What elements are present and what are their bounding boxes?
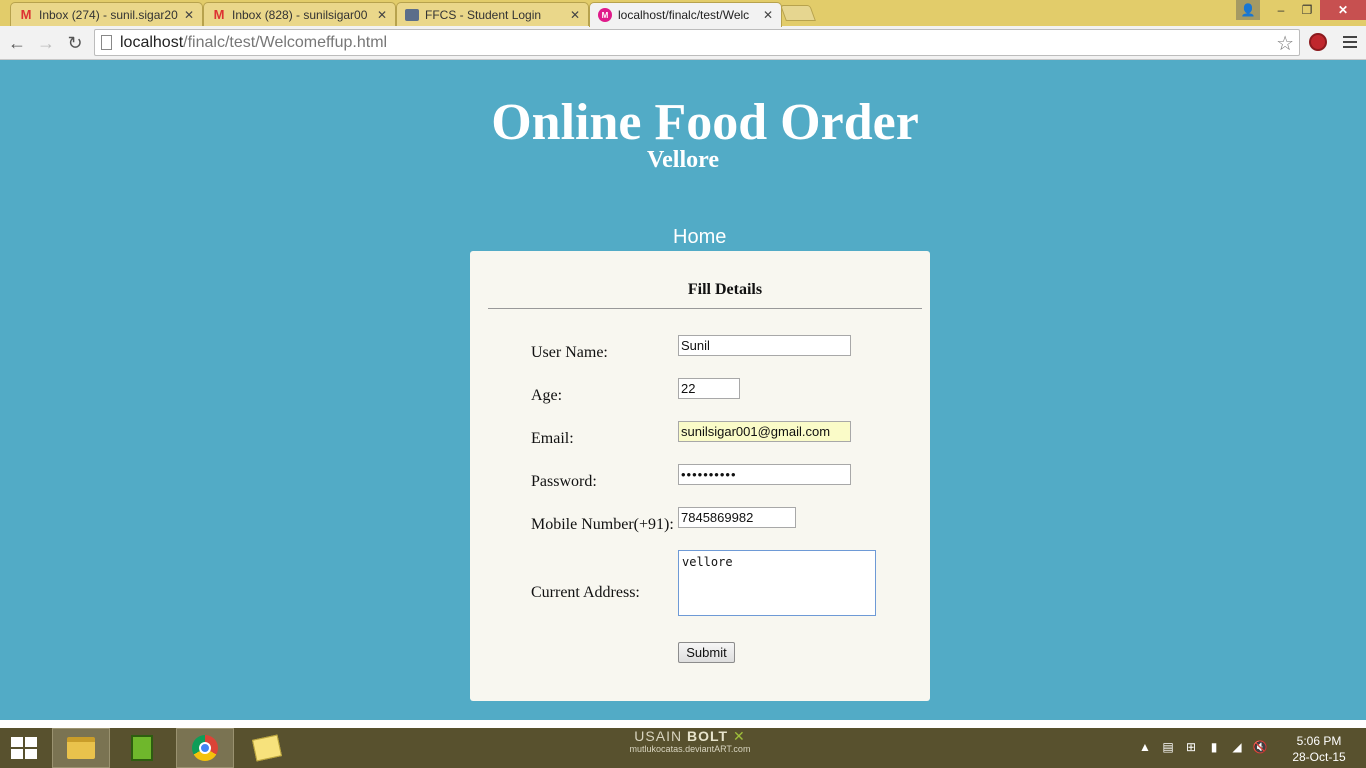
username-input[interactable] — [678, 335, 851, 356]
action-center-icon[interactable]: ⊞ — [1184, 740, 1198, 754]
sticky-notes-icon — [251, 734, 283, 762]
close-icon[interactable]: ✕ — [763, 8, 773, 22]
forward-icon[interactable]: → — [36, 33, 56, 53]
taskbar-border — [0, 720, 1366, 728]
email-label: Email: — [531, 430, 574, 447]
age-label: Age: — [531, 387, 563, 404]
battery-icon[interactable]: ▮ — [1207, 740, 1221, 754]
gmail-icon: M — [20, 7, 32, 22]
page-title: Online Food Order — [491, 94, 919, 151]
adblock-extension-icon[interactable] — [1309, 33, 1327, 51]
system-tray: ▲ ▤ ⊞ ▮ ◢ 🔇 — [1138, 740, 1267, 754]
folder-icon — [67, 737, 95, 759]
system-clock[interactable]: 5:06 PM 28-Oct-15 — [1280, 733, 1358, 765]
file-explorer-taskbar-button[interactable] — [52, 728, 110, 768]
user-icon[interactable]: 👤 — [1236, 0, 1260, 20]
tab-localhost[interactable]: M localhost/finalc/test/Welc ✕ — [589, 2, 782, 27]
url-path: /finalc/test/Welcomeffup.html — [183, 34, 388, 51]
url-text[interactable]: localhost/finalc/test/Welcomeffup.html — [120, 34, 387, 52]
wallpaper-text-bold: BOLT — [686, 728, 729, 744]
close-icon[interactable]: ✕ — [184, 8, 194, 22]
gmail-icon: M — [213, 7, 225, 22]
clock-date: 28-Oct-15 — [1292, 750, 1346, 764]
window-controls: 👤 – ❐ ✕ — [1236, 0, 1366, 20]
localhost-icon: M — [598, 8, 612, 22]
tab-title: localhost/finalc/test/Welc — [618, 8, 750, 22]
volume-muted-icon[interactable]: 🔇 — [1253, 740, 1268, 754]
network-icon[interactable]: ◢ — [1230, 740, 1244, 754]
form-divider — [488, 308, 922, 309]
wallpaper-credit: mutlukocatas.deviantART.com — [629, 744, 751, 754]
close-icon[interactable]: ✕ — [570, 8, 580, 22]
email-input[interactable] — [678, 421, 851, 442]
form-heading: Fill Details — [687, 281, 763, 298]
page-icon — [101, 35, 112, 50]
address-label: Current Address: — [531, 584, 640, 601]
url-host: localhost — [120, 34, 184, 51]
address-textarea[interactable]: vellore — [678, 550, 876, 616]
menu-icon[interactable] — [1342, 34, 1358, 50]
windows-start-icon[interactable] — [11, 737, 37, 759]
bookmark-star-icon[interactable]: ☆ — [1276, 31, 1294, 56]
address-bar[interactable]: localhost/finalc/test/Welcomeffup.html ☆ — [94, 29, 1300, 56]
chrome-icon — [192, 735, 218, 761]
mobile-label: Mobile Number(+91): — [531, 516, 674, 533]
sticky-notes-taskbar-button[interactable] — [238, 728, 296, 768]
restore-icon[interactable]: ❐ — [1294, 0, 1320, 20]
wallpaper-watermark: USAIN BOLT ✕ mutlukocatas.deviantART.com — [620, 728, 760, 754]
close-icon[interactable]: ✕ — [377, 8, 387, 22]
notepad-taskbar-button[interactable] — [113, 728, 171, 768]
page-subtitle: Vellore — [647, 147, 719, 173]
tab-title: Inbox (828) - sunilsigar00 — [232, 7, 368, 22]
notepad-icon — [131, 735, 153, 761]
tab-title: Inbox (274) - sunil.sigar20 — [39, 7, 178, 22]
age-input[interactable] — [678, 378, 740, 399]
tab-ffcs[interactable]: FFCS - Student Login ✕ — [396, 2, 589, 26]
browser-toolbar: ← → ↻ localhost/finalc/test/Welcomeffup.… — [0, 26, 1366, 60]
details-form: Fill Details User Name: Age: Email: Pass… — [470, 251, 930, 701]
window-close-icon[interactable]: ✕ — [1320, 0, 1366, 20]
tab-gmail-1[interactable]: M Inbox (274) - sunil.sigar20 ✕ — [10, 2, 203, 26]
submit-button[interactable]: Submit — [678, 642, 735, 663]
web-page: Online Food Order Vellore Home Fill Deta… — [0, 61, 1366, 720]
password-input[interactable] — [678, 464, 851, 485]
tab-title: FFCS - Student Login — [425, 7, 542, 22]
chrome-taskbar-button[interactable] — [176, 728, 234, 768]
home-link[interactable]: Home — [673, 226, 726, 249]
username-label: User Name: — [531, 344, 608, 361]
ffcs-icon — [405, 8, 419, 21]
tab-gmail-2[interactable]: M Inbox (828) - sunilsigar00 ✕ — [203, 2, 396, 26]
taskbar: USAIN BOLT ✕ mutlukocatas.deviantART.com… — [0, 728, 1366, 768]
browser-tab-strip: M Inbox (274) - sunil.sigar20 ✕ M Inbox … — [0, 0, 1366, 27]
back-icon[interactable]: ← — [7, 33, 27, 53]
minimize-icon[interactable]: – — [1268, 0, 1294, 20]
wallpaper-text: USAIN — [634, 728, 683, 744]
mobile-input[interactable] — [678, 507, 796, 528]
show-hidden-icons-icon[interactable]: ▲ — [1138, 740, 1152, 754]
password-label: Password: — [531, 473, 597, 490]
new-tab-button[interactable] — [780, 5, 816, 21]
keyboard-icon[interactable]: ▤ — [1161, 740, 1175, 754]
reload-icon[interactable]: ↻ — [65, 33, 85, 53]
clock-time: 5:06 PM — [1296, 734, 1342, 748]
